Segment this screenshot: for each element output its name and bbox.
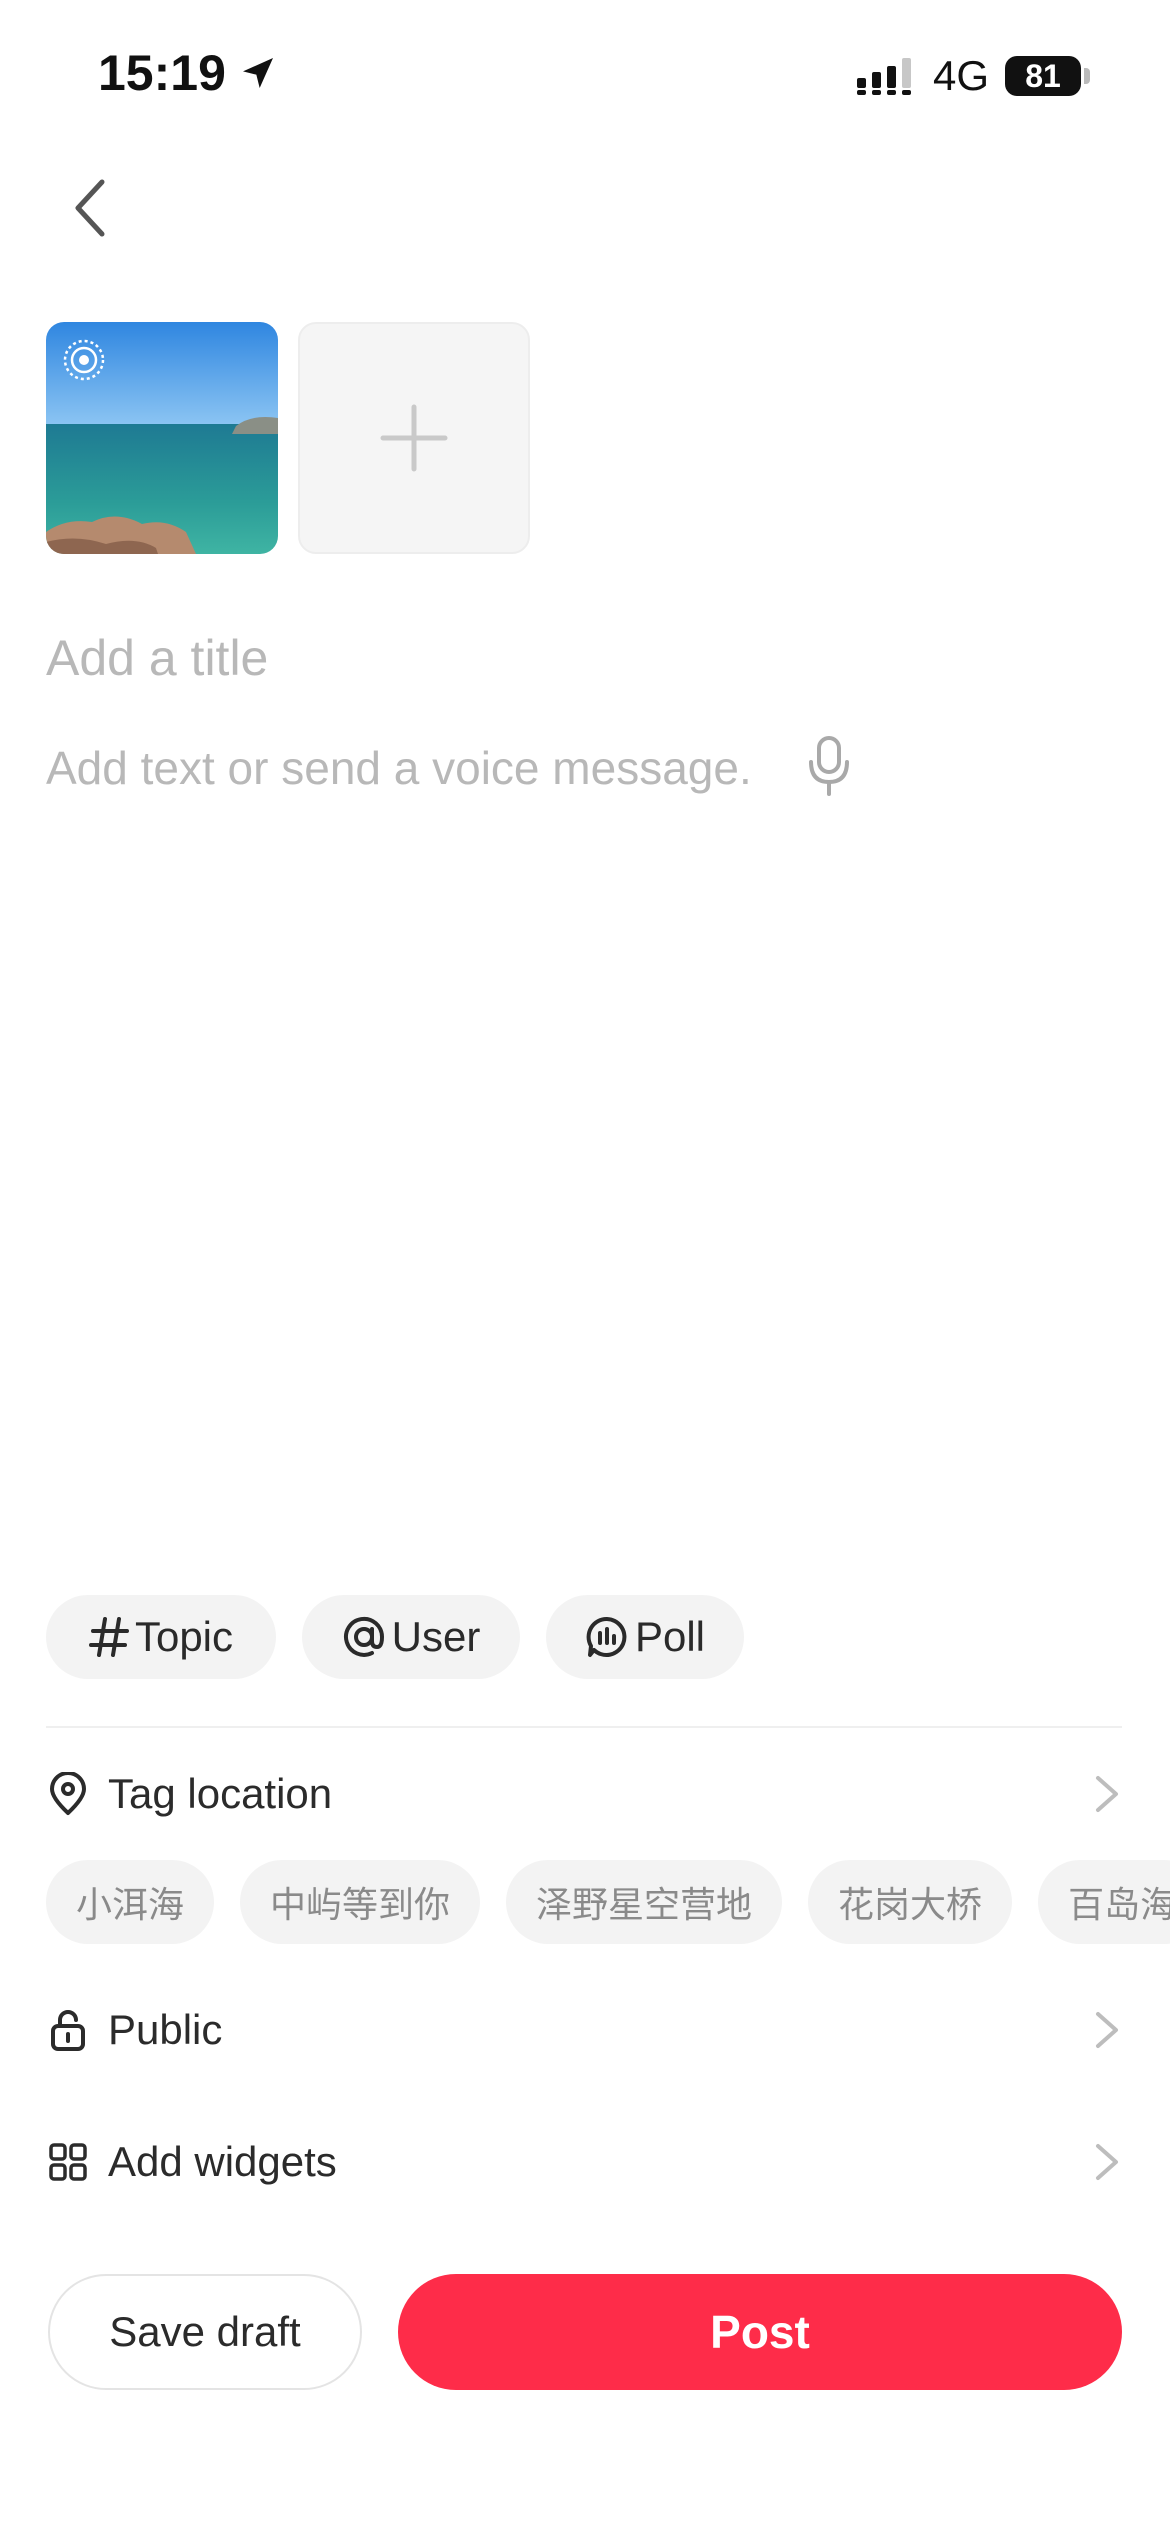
location-suggestion[interactable]: 百岛海 [1038,1860,1170,1944]
save-draft-button[interactable]: Save draft [48,2274,362,2390]
divider [46,1726,1122,1728]
post-button[interactable]: Post [398,2274,1122,2390]
lock-open-icon [46,2008,90,2052]
signal-icon [856,58,911,95]
back-button[interactable] [60,170,120,246]
tag-location-row[interactable]: Tag location [46,1754,1122,1834]
location-suggestion[interactable]: 中屿等到你 [240,1860,481,1944]
network-type: 4G [932,52,989,99]
microphone-icon[interactable] [806,734,852,798]
grid-icon [46,2140,90,2184]
chevron-right-icon [1096,1776,1118,1812]
location-arrow-icon [242,58,273,88]
media-thumbnail[interactable] [46,322,278,554]
user-label: User [391,1613,481,1660]
chevron-right-icon [1096,2144,1118,2180]
location-suggestions: 小洱海 中屿等到你 泽野星空营地 花岗大桥 百岛海 [46,1860,1170,1944]
user-chip[interactable]: User [302,1595,520,1679]
status-bar-time: 15:19 [98,44,278,102]
add-widgets-row[interactable]: Add widgets [46,2122,1122,2202]
time-text: 15:19 [98,45,226,101]
poll-chip[interactable]: Poll [546,1595,744,1679]
topic-chip[interactable]: Topic [46,1595,276,1679]
location-suggestion[interactable]: 花岗大桥 [808,1860,1013,1944]
add-media-button[interactable] [298,322,530,554]
visibility-row[interactable]: Public [46,1990,1122,2070]
topic-label: Topic [134,1613,234,1660]
visibility-label: Public [108,2006,223,2053]
location-suggestion[interactable]: 小洱海 [46,1860,215,1944]
plus-icon [380,404,448,472]
poll-icon [585,1615,629,1659]
battery-level: 81 [1005,56,1081,96]
title-input[interactable] [46,618,1116,698]
live-photo-icon [63,339,105,381]
status-bar-right: 4G 81 [855,52,1090,100]
at-icon [342,1615,386,1659]
location-pin-icon [46,1772,90,1816]
battery-cap [1084,68,1090,84]
location-suggestion[interactable]: 泽野星空营地 [506,1860,783,1944]
hashtag-icon [88,1615,129,1659]
poll-label: Poll [634,1613,706,1660]
battery-icon: 81 [1005,56,1090,96]
add-widgets-label: Add widgets [108,2138,337,2185]
body-text-input[interactable] [46,728,806,808]
chevron-right-icon [1096,2012,1118,2048]
chevron-left-icon [75,179,105,237]
tag-location-label: Tag location [108,1770,333,1817]
